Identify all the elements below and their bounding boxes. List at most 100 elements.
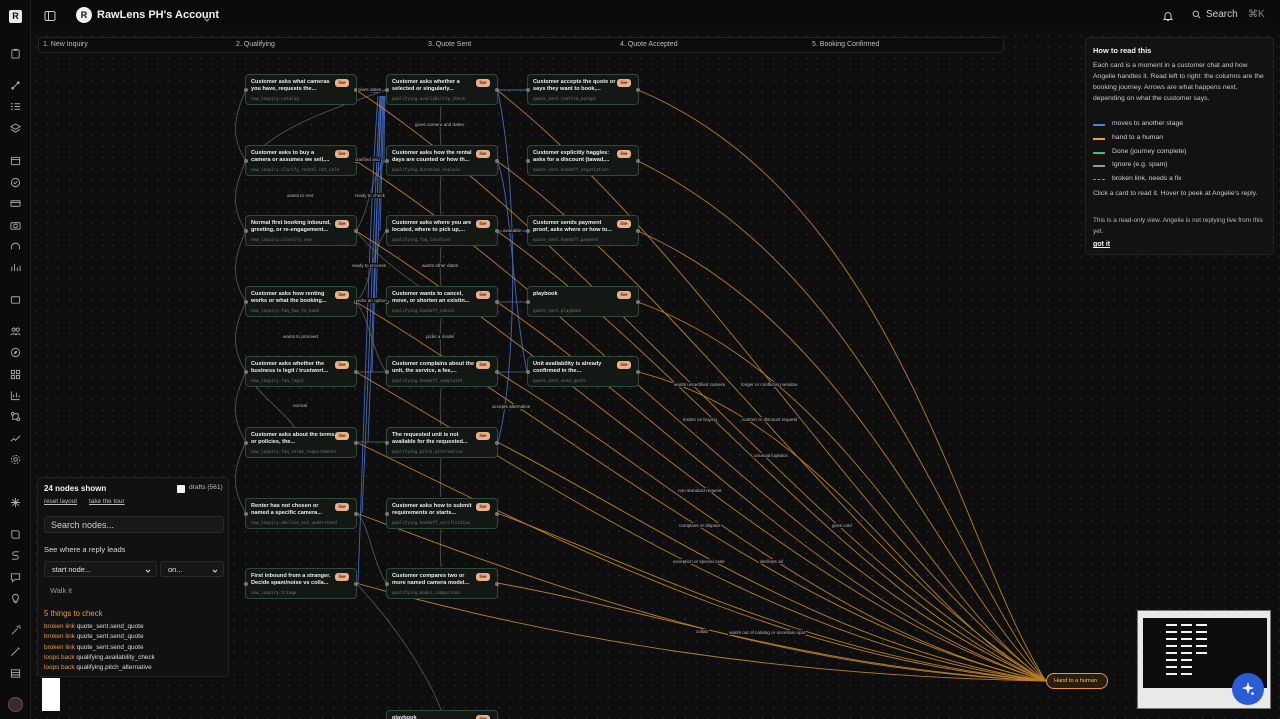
flow-node[interactable]: Customer asks to buy a camera or assumes… xyxy=(244,145,358,176)
flow-node[interactable]: Customer complains about the unit, the s… xyxy=(385,356,499,387)
flow-node[interactable]: Renter has not chosen or named a specifi… xyxy=(244,498,358,529)
node-handle[interactable] xyxy=(495,582,499,586)
node-handle[interactable] xyxy=(495,88,499,92)
node-handle[interactable] xyxy=(354,370,358,374)
route-icon[interactable] xyxy=(10,550,21,561)
take-tour-link[interactable]: take the tour xyxy=(89,498,125,505)
start-node-select[interactable]: start node... xyxy=(44,561,157,577)
sparkle-icon[interactable] xyxy=(10,497,21,508)
node-handle[interactable] xyxy=(636,159,640,163)
account-name[interactable]: RawLens PH's Account xyxy=(97,9,219,21)
node-handle[interactable] xyxy=(636,88,640,92)
chevron-down-icon[interactable] xyxy=(203,11,211,22)
bar-chart-icon[interactable] xyxy=(10,262,21,273)
node-handle[interactable] xyxy=(354,582,358,586)
flow-node[interactable]: Customer asks whether the business is le… xyxy=(244,356,358,387)
node-handle[interactable] xyxy=(526,370,530,374)
node-handle[interactable] xyxy=(385,512,389,516)
got-it-link[interactable]: got it xyxy=(1093,241,1110,248)
table-icon[interactable] xyxy=(10,668,21,679)
flow-node[interactable]: Customer asks how the rental days are co… xyxy=(385,145,499,176)
flow-node[interactable]: Customer asks about the terms or policie… xyxy=(244,427,358,458)
flow-node[interactable]: Customer asks whether a selected or sing… xyxy=(385,74,499,105)
node-handle[interactable] xyxy=(495,512,499,516)
hand-to-human-node[interactable]: Hand to a human xyxy=(1046,673,1108,689)
calendar-icon[interactable] xyxy=(10,155,21,166)
issue-item[interactable]: broken link quote_sent.send_quote xyxy=(44,644,144,651)
chat-icon[interactable] xyxy=(10,572,21,583)
gauge-icon[interactable] xyxy=(10,241,21,252)
avatar[interactable] xyxy=(8,697,23,712)
node-handle[interactable] xyxy=(385,441,389,445)
node-handle[interactable] xyxy=(354,441,358,445)
grid-icon[interactable] xyxy=(10,369,21,380)
issue-item[interactable]: loops back qualifying.availability_check xyxy=(44,654,155,661)
flow-node[interactable]: Customer asks how renting works or what … xyxy=(244,286,358,317)
trend-icon[interactable] xyxy=(10,433,21,444)
flow-node[interactable]: Normal first booking inbound, greeting, … xyxy=(244,215,358,246)
node-handle[interactable] xyxy=(526,300,530,304)
flow-node[interactable]: Customer explicitly haggles: asks for a … xyxy=(526,145,640,176)
flow-node[interactable]: playbook quote_sent.playbook live xyxy=(526,286,640,317)
issue-item[interactable]: loops back qualifying.pitch_alternative xyxy=(44,664,152,671)
flow-node[interactable]: The requested unit is not available for … xyxy=(385,427,499,458)
on-select[interactable]: on... xyxy=(160,561,224,577)
node-handle[interactable] xyxy=(636,300,640,304)
book-icon[interactable] xyxy=(10,529,21,540)
flow-node[interactable]: Customer compares two or more named came… xyxy=(385,568,499,599)
people-icon[interactable] xyxy=(10,326,21,337)
node-handle[interactable] xyxy=(244,512,248,516)
node-handle[interactable] xyxy=(495,229,499,233)
sidebar-toggle-icon[interactable] xyxy=(44,9,56,21)
check-circle-icon[interactable] xyxy=(10,177,21,188)
flow-node[interactable]: First inbound from a stranger. Decide sp… xyxy=(244,568,358,599)
node-handle[interactable] xyxy=(354,229,358,233)
lightbulb-icon[interactable] xyxy=(10,593,21,604)
node-handle[interactable] xyxy=(385,582,389,586)
node-handle[interactable] xyxy=(385,370,389,374)
node-handle[interactable] xyxy=(636,229,640,233)
issue-item[interactable]: broken link quote_sent.send_quote xyxy=(44,623,144,630)
checklist-icon[interactable] xyxy=(10,101,21,112)
node-handle[interactable] xyxy=(244,370,248,374)
node-handle[interactable] xyxy=(354,512,358,516)
card-icon[interactable] xyxy=(10,198,21,209)
assistant-fab[interactable] xyxy=(1232,673,1264,705)
node-handle[interactable] xyxy=(244,441,248,445)
node-handle[interactable] xyxy=(495,441,499,445)
flow-node[interactable]: Unit availability is already confirmed i… xyxy=(526,356,640,387)
node-handle[interactable] xyxy=(526,159,530,163)
camera-icon[interactable] xyxy=(10,220,21,231)
search-button[interactable]: Search ⌘K xyxy=(1189,7,1271,24)
layers-icon[interactable] xyxy=(10,123,21,134)
node-handle[interactable] xyxy=(244,159,248,163)
node-handle[interactable] xyxy=(636,370,640,374)
routes-icon[interactable] xyxy=(10,411,21,422)
settings-icon[interactable] xyxy=(10,454,21,465)
app-logo[interactable]: R xyxy=(9,10,22,23)
walk-it-button[interactable]: Walk it xyxy=(44,584,82,598)
flow-node[interactable]: Customer wants to cancel, move, or short… xyxy=(385,286,499,317)
node-handle[interactable] xyxy=(385,88,389,92)
node-handle[interactable] xyxy=(495,300,499,304)
compass-icon[interactable] xyxy=(10,347,21,358)
search-nodes-input[interactable] xyxy=(44,516,224,533)
wallet-icon[interactable] xyxy=(10,294,21,305)
clipboard-icon[interactable] xyxy=(10,48,21,59)
node-handle[interactable] xyxy=(244,582,248,586)
node-handle[interactable] xyxy=(526,229,530,233)
flow-node[interactable]: playbookqualifying.playbooklive xyxy=(386,710,498,719)
node-handle[interactable] xyxy=(244,88,248,92)
drafts-label[interactable]: drafts (561) xyxy=(189,484,223,491)
flow-node[interactable]: Customer asks what cameras you have, req… xyxy=(244,74,358,105)
node-handle[interactable] xyxy=(244,229,248,233)
analytics-icon[interactable] xyxy=(10,390,21,401)
drafts-checkbox[interactable] xyxy=(177,485,185,493)
reset-layout-link[interactable]: reset layout xyxy=(44,498,77,505)
node-handle[interactable] xyxy=(385,159,389,163)
node-handle[interactable] xyxy=(495,159,499,163)
node-handle[interactable] xyxy=(244,300,248,304)
flow-node[interactable]: Customer asks how to submit requirements… xyxy=(385,498,499,529)
issue-item[interactable]: broken link quote_sent.send_quote xyxy=(44,633,144,640)
flow-node[interactable]: Customer accepts the quote or says they … xyxy=(526,74,640,105)
